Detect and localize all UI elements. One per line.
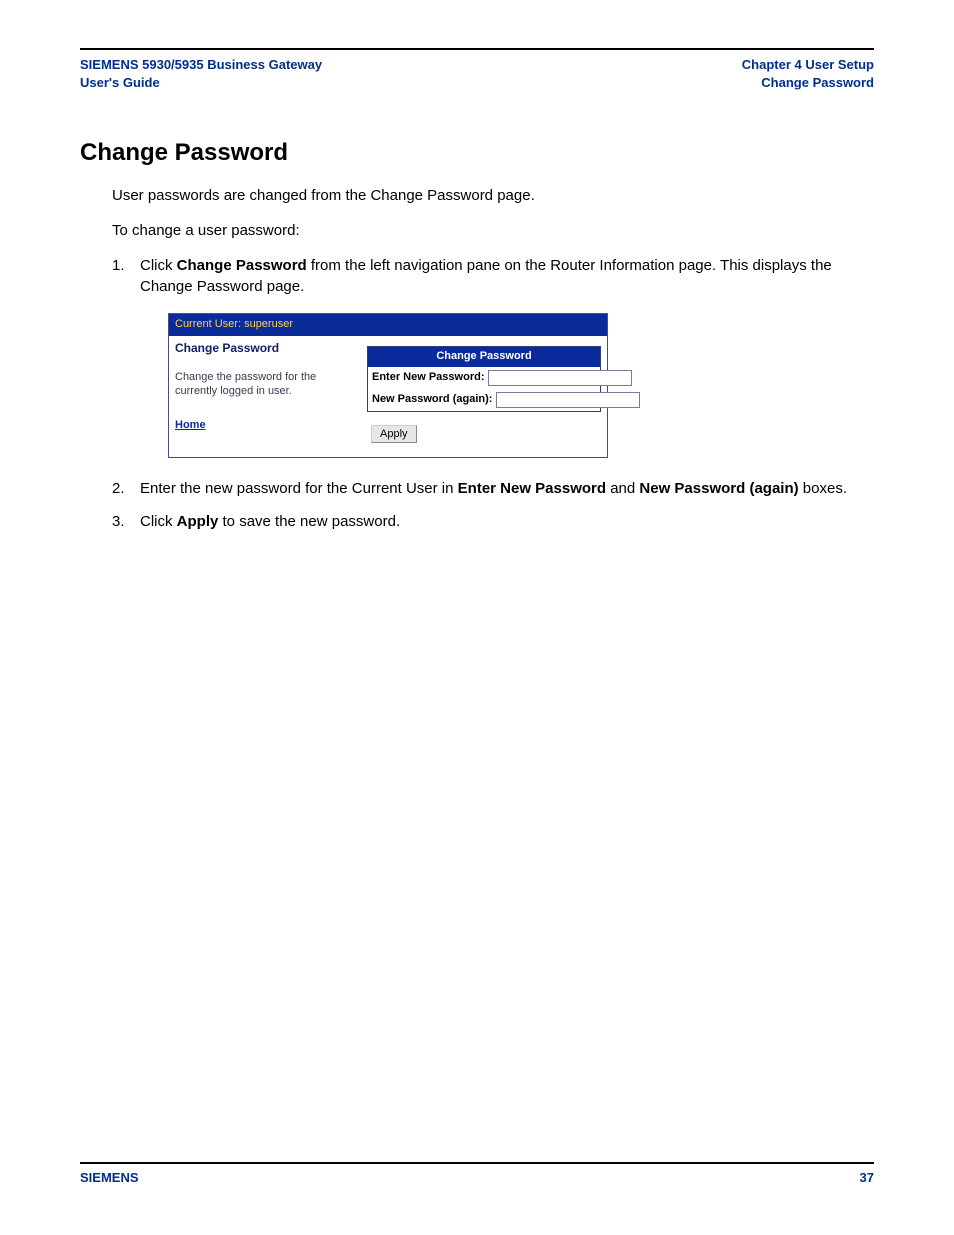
step-1: Click Change Password from the left navi…: [112, 255, 874, 458]
header-product-title: SIEMENS 5930/5935 Business Gateway: [80, 56, 322, 74]
header-section: Change Password: [742, 74, 874, 92]
screenshot-left-title: Change Password: [175, 340, 354, 357]
screenshot-password-again-input[interactable]: [496, 392, 640, 408]
screenshot-new-password-input[interactable]: [488, 370, 632, 386]
screenshot-left-pane: Change Password Change the password for …: [169, 336, 361, 456]
screenshot-form-header: Change Password: [368, 347, 600, 366]
screenshot-home-link[interactable]: Home: [175, 419, 206, 431]
footer-rule: [80, 1162, 874, 1164]
screenshot-left-description: Change the password for the currently lo…: [175, 371, 354, 399]
step-3-pre: Click: [140, 513, 177, 530]
intro-paragraph-1: User passwords are changed from the Chan…: [112, 185, 874, 206]
screenshot-password-again-row: New Password (again):: [368, 389, 600, 411]
screenshot-current-user-bar: Current User: superuser: [169, 314, 607, 336]
step-2-pre: Enter the new password for the Current U…: [140, 480, 458, 497]
intro-paragraph-2: To change a user password:: [112, 220, 874, 241]
footer-brand: SIEMENS: [80, 1170, 139, 1185]
step-2-mid: and: [606, 480, 639, 497]
screenshot-form: Change Password Enter New Password: New …: [367, 346, 601, 411]
step-2: Enter the new password for the Current U…: [112, 478, 874, 499]
step-3-post: to save the new password.: [218, 513, 400, 530]
section-heading: Change Password: [80, 139, 874, 167]
header-guide-title: User's Guide: [80, 74, 322, 92]
screenshot-new-password-row: Enter New Password:: [368, 367, 600, 389]
step-2-post: boxes.: [799, 480, 847, 497]
header-rule: [80, 48, 874, 50]
footer-page-number: 37: [860, 1170, 874, 1185]
change-password-screenshot: Current User: superuser Change Password …: [168, 313, 608, 458]
procedure-list: Click Change Password from the left navi…: [112, 255, 874, 532]
step-1-pre: Click: [140, 257, 177, 274]
screenshot-apply-button[interactable]: Apply: [371, 425, 417, 443]
header-chapter: Chapter 4 User Setup: [742, 56, 874, 74]
screenshot-right-pane: Change Password Enter New Password: New …: [361, 336, 607, 456]
step-2-bold-2: New Password (again): [639, 480, 798, 497]
step-3-bold: Apply: [177, 513, 219, 530]
step-3: Click Apply to save the new password.: [112, 511, 874, 532]
screenshot-new-password-label: Enter New Password:: [372, 370, 484, 385]
step-1-bold: Change Password: [177, 257, 307, 274]
screenshot-password-again-label: New Password (again):: [372, 392, 492, 407]
step-2-bold-1: Enter New Password: [458, 480, 606, 497]
page-header: SIEMENS 5930/5935 Business Gateway User'…: [80, 56, 874, 91]
page-footer: SIEMENS 37: [80, 1162, 874, 1185]
